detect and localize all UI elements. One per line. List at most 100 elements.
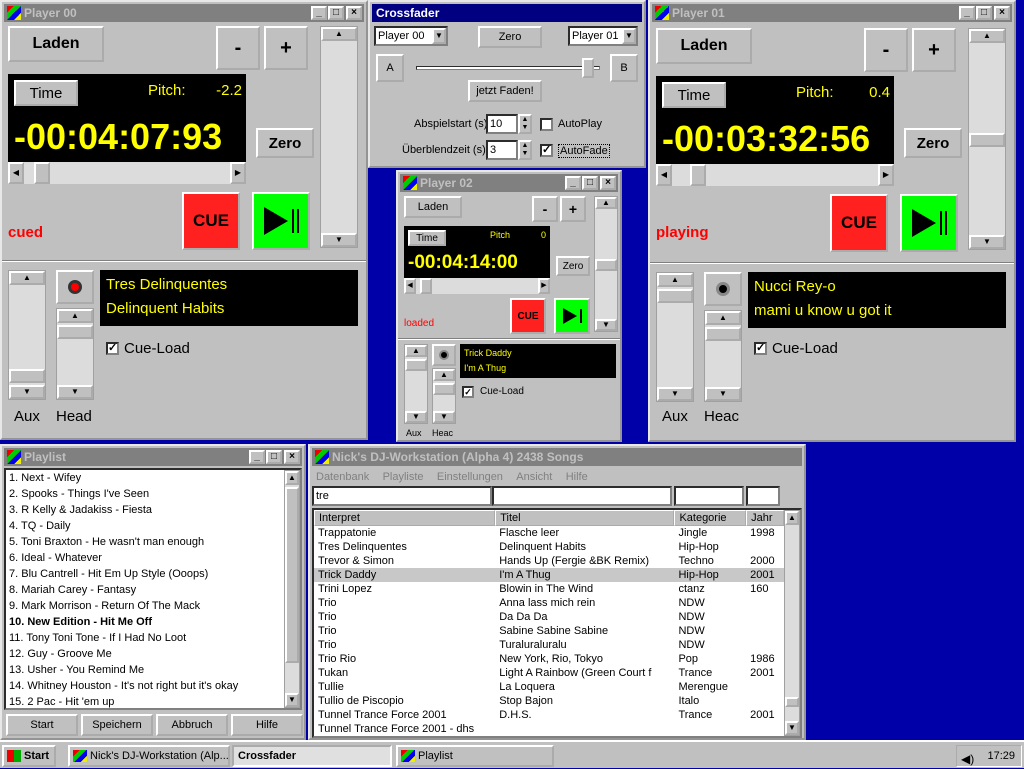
table-row[interactable]: Tres Delinquentes Delinquent Habits Hip-Ho…: [314, 540, 784, 554]
autoplay-checkbox[interactable]: [540, 118, 553, 131]
scroll-down-button[interactable]: ▼: [285, 693, 299, 707]
scroll-up-button[interactable]: ▲: [657, 273, 693, 287]
time-mode-button[interactable]: Time: [14, 80, 78, 106]
a-button[interactable]: A: [376, 54, 404, 82]
menu-datenbank[interactable]: Datenbank: [316, 471, 369, 483]
table-row[interactable]: Trio Da Da Da NDW: [314, 610, 784, 624]
speaker-icon[interactable]: ◀): [961, 749, 974, 769]
table-row[interactable]: Trevor & Simon Hands Up (Fergie &BK Remix…: [314, 554, 784, 568]
start-button[interactable]: Start: [6, 714, 78, 736]
zero-button[interactable]: Zero: [904, 128, 962, 158]
scroll-right-button[interactable]: ▶: [538, 278, 550, 294]
taskbar-item-workstation[interactable]: Nick's DJ-Workstation (Alp...: [68, 745, 230, 767]
scroll-down-button[interactable]: ▼: [969, 235, 1005, 249]
volume-slider[interactable]: ▲ ▼: [968, 28, 1006, 250]
volume-slider[interactable]: ▲ ▼: [320, 26, 358, 248]
playlist-item[interactable]: 13. Usher - You Remind Me: [6, 662, 284, 678]
close-button[interactable]: ×: [600, 176, 616, 190]
taskbar-item-crossfader[interactable]: Crossfader: [232, 745, 392, 767]
time-mode-button[interactable]: Time: [662, 82, 726, 108]
aux-slider[interactable]: ▲ ▼: [8, 270, 46, 400]
zero-button[interactable]: Zero: [556, 256, 590, 276]
scroll-down-button[interactable]: ▼: [57, 385, 93, 399]
search-title-input[interactable]: [492, 486, 672, 506]
playlist-item[interactable]: 11. Tony Toni Tone - If I Had No Loot: [6, 630, 284, 646]
scroll-down-button[interactable]: ▼: [657, 387, 693, 401]
aux-thumb[interactable]: [405, 359, 427, 371]
start-input[interactable]: 10: [486, 114, 518, 134]
play-pause-button[interactable]: [252, 192, 310, 250]
playlist-list[interactable]: 1. Next - Wifey 2. Spooks - Things I've S…: [4, 468, 302, 710]
cue-load-checkbox[interactable]: ✓: [106, 342, 119, 355]
head-thumb[interactable]: [705, 327, 741, 341]
blend-input[interactable]: 3: [486, 140, 518, 160]
load-button[interactable]: Laden: [8, 26, 104, 62]
table-row[interactable]: Tunnel Trance Force 2001 - dhs: [314, 722, 784, 736]
volume-slider[interactable]: ▲ ▼: [594, 196, 618, 332]
scroll-right-button[interactable]: ▶: [230, 162, 246, 184]
headphone-button[interactable]: [432, 344, 456, 366]
minimize-button[interactable]: _: [959, 6, 975, 20]
right-player-select[interactable]: Player 01 ▼: [568, 26, 638, 46]
pitch-plus-button[interactable]: +: [560, 196, 586, 222]
scroll-left-button[interactable]: ◀: [404, 278, 416, 294]
start-spinner[interactable]: ▲ ▼: [518, 114, 532, 134]
crossfade-thumb[interactable]: [582, 58, 594, 78]
left-player-select[interactable]: Player 00 ▼: [374, 26, 448, 46]
pitch-plus-button[interactable]: +: [912, 28, 956, 72]
crossfade-track[interactable]: [416, 66, 600, 70]
position-slider[interactable]: ◀ ▶: [656, 164, 894, 186]
aux-thumb[interactable]: [9, 369, 45, 383]
minimize-button[interactable]: _: [249, 450, 265, 464]
time-mode-button[interactable]: Time: [408, 230, 446, 246]
menu-hilfe[interactable]: Hilfe: [566, 471, 588, 483]
blend-spinner[interactable]: ▲ ▼: [518, 140, 532, 160]
cue-button[interactable]: CUE: [830, 194, 888, 252]
table-row[interactable]: Trio Sabine Sabine Sabine NDW: [314, 624, 784, 638]
scroll-down-button[interactable]: ▼: [595, 319, 617, 331]
column-jahr[interactable]: Jahr: [746, 510, 784, 526]
table-row[interactable]: Trick Daddy I'm A Thug Hip-Hop 2001: [314, 568, 784, 582]
pitch-minus-button[interactable]: -: [864, 28, 908, 72]
scroll-up-button[interactable]: ▲: [705, 311, 741, 325]
scroll-left-button[interactable]: ◀: [8, 162, 24, 184]
head-thumb[interactable]: [433, 383, 455, 395]
headphone-button[interactable]: [56, 270, 94, 304]
playlist-item[interactable]: 9. Mark Morrison - Return Of The Mack: [6, 598, 284, 614]
play-pause-button[interactable]: [554, 298, 590, 334]
menu-ansicht[interactable]: Ansicht: [516, 471, 552, 483]
column-kategorie[interactable]: Kategorie: [674, 510, 747, 526]
head-slider[interactable]: ▲ ▼: [704, 310, 742, 402]
cue-load-checkbox[interactable]: ✓: [754, 342, 767, 355]
chevron-down-icon[interactable]: ▼: [432, 28, 446, 44]
search-year-input[interactable]: [746, 486, 780, 506]
aux-slider[interactable]: ▲ ▼: [656, 272, 694, 402]
head-slider[interactable]: ▲ ▼: [56, 308, 94, 400]
table-row[interactable]: Tunnel Trance Force 2001 D.H.S. Trance 2001: [314, 708, 784, 722]
start-button[interactable]: Start: [2, 745, 56, 767]
playlist-item[interactable]: 5. Toni Braxton - He wasn't man enough: [6, 534, 284, 550]
scroll-thumb[interactable]: [285, 487, 299, 663]
column-titel[interactable]: Titel: [495, 510, 675, 526]
scroll-left-button[interactable]: ◀: [656, 164, 672, 186]
table-row[interactable]: Tullio de Piscopio Stop Bajon Italo: [314, 694, 784, 708]
position-thumb[interactable]: [690, 164, 706, 186]
playlist-item[interactable]: 3. R Kelly & Jadakiss - Fiesta: [6, 502, 284, 518]
scroll-up-button[interactable]: ▲: [405, 345, 427, 357]
playlist-item[interactable]: 15. 2 Pac - Hit 'em up: [6, 694, 284, 708]
table-scrollbar[interactable]: ▲ ▼: [784, 510, 800, 736]
menu-playliste[interactable]: Playliste: [383, 471, 424, 483]
pitch-minus-button[interactable]: -: [532, 196, 558, 222]
playlist-item[interactable]: 7. Blu Cantrell - Hit Em Up Style (Ooops…: [6, 566, 284, 582]
scroll-down-button[interactable]: ▼: [433, 411, 455, 423]
pitch-minus-button[interactable]: -: [216, 26, 260, 70]
scroll-up-button[interactable]: ▲: [785, 511, 799, 525]
minimize-button[interactable]: _: [565, 176, 581, 190]
close-button[interactable]: ×: [994, 6, 1010, 20]
playlist-item[interactable]: 14. Whitney Houston - It's not right but…: [6, 678, 284, 694]
cue-button[interactable]: CUE: [510, 298, 546, 334]
playlist-item[interactable]: 10. New Edition - Hit Me Off: [6, 614, 284, 630]
close-button[interactable]: ×: [284, 450, 300, 464]
scroll-down-button[interactable]: ▼: [785, 721, 799, 735]
scroll-down-button[interactable]: ▼: [9, 385, 45, 399]
